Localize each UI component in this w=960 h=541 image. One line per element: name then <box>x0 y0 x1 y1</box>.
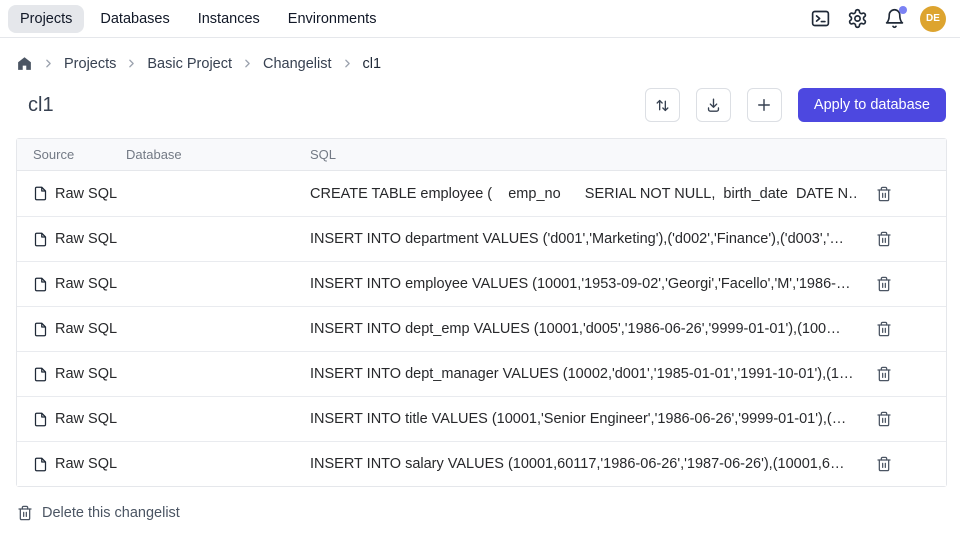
breadcrumb-projects[interactable]: Projects <box>64 56 116 72</box>
trash-icon <box>876 186 892 202</box>
table-header: Source Database SQL <box>17 139 946 171</box>
source-label: Raw SQL <box>55 366 117 382</box>
trash-icon <box>17 505 33 521</box>
reorder-button[interactable] <box>645 88 680 122</box>
terminal-icon[interactable] <box>809 8 831 30</box>
chevron-right-icon <box>241 57 254 70</box>
nav-tab-instances[interactable]: Instances <box>186 5 272 33</box>
bell-icon[interactable] <box>883 8 905 30</box>
source-label: Raw SQL <box>55 411 117 427</box>
nav-tab-environments[interactable]: Environments <box>276 5 389 33</box>
file-icon <box>33 186 48 201</box>
notification-dot <box>899 6 907 14</box>
source-label: Raw SQL <box>55 456 117 472</box>
header-database: Database <box>126 147 310 162</box>
file-icon <box>33 322 48 337</box>
sql-cell: INSERT INTO salary VALUES (10001,60117,'… <box>310 456 858 472</box>
delete-row-button[interactable] <box>876 456 892 472</box>
home-icon[interactable] <box>16 55 33 72</box>
file-icon <box>33 277 48 292</box>
nav-tab-projects[interactable]: Projects <box>8 5 84 33</box>
breadcrumb-changelist[interactable]: Changelist <box>263 56 332 72</box>
apply-to-database-button[interactable]: Apply to database <box>798 88 946 122</box>
arrow-up-down-icon <box>654 97 671 114</box>
avatar[interactable]: DE <box>920 6 946 32</box>
title-row: cl1 Apply to database <box>0 80 960 136</box>
delete-row-button[interactable] <box>876 366 892 382</box>
file-icon <box>33 412 48 427</box>
chevron-right-icon <box>125 57 138 70</box>
sql-cell: INSERT INTO employee VALUES (10001,'1953… <box>310 276 858 292</box>
nav-tabs: Projects Databases Instances Environment… <box>8 5 388 33</box>
sql-cell: INSERT INTO dept_manager VALUES (10002,'… <box>310 366 858 382</box>
gear-icon[interactable] <box>846 8 868 30</box>
chevron-right-icon <box>341 57 354 70</box>
delete-row-button[interactable] <box>876 321 892 337</box>
add-change-button[interactable] <box>747 88 782 122</box>
page-title: cl1 <box>28 94 54 117</box>
trash-icon <box>876 276 892 292</box>
header-sql: SQL <box>310 147 858 162</box>
nav-tab-databases[interactable]: Databases <box>88 5 181 33</box>
table-row[interactable]: Raw SQL INSERT INTO employee VALUES (100… <box>17 261 946 306</box>
trash-icon <box>876 411 892 427</box>
top-navbar: Projects Databases Instances Environment… <box>0 0 960 38</box>
download-icon <box>705 97 722 114</box>
file-icon <box>33 367 48 382</box>
delete-row-button[interactable] <box>876 186 892 202</box>
title-actions: Apply to database <box>645 88 946 122</box>
breadcrumb-basic-project[interactable]: Basic Project <box>147 56 232 72</box>
table-row[interactable]: Raw SQL INSERT INTO salary VALUES (10001… <box>17 441 946 486</box>
footer: Delete this changelist <box>0 487 960 521</box>
delete-row-button[interactable] <box>876 231 892 247</box>
sql-cell: INSERT INTO dept_emp VALUES (10001,'d005… <box>310 321 858 337</box>
source-label: Raw SQL <box>55 321 117 337</box>
sql-cell: INSERT INTO title VALUES (10001,'Senior … <box>310 411 858 427</box>
trash-icon <box>876 366 892 382</box>
export-button[interactable] <box>696 88 731 122</box>
source-label: Raw SQL <box>55 276 117 292</box>
delete-changelist-button[interactable]: Delete this changelist <box>17 505 180 521</box>
delete-row-button[interactable] <box>876 276 892 292</box>
trash-icon <box>876 321 892 337</box>
sql-cell: CREATE TABLE employee ( emp_no SERIAL NO… <box>310 186 858 202</box>
header-source: Source <box>17 147 126 162</box>
table-row[interactable]: Raw SQL INSERT INTO title VALUES (10001,… <box>17 396 946 441</box>
table-row[interactable]: Raw SQL INSERT INTO dept_emp VALUES (100… <box>17 306 946 351</box>
breadcrumb: Projects Basic Project Changelist cl1 <box>0 38 960 80</box>
sql-cell: INSERT INTO department VALUES ('d001','M… <box>310 231 858 247</box>
chevron-right-icon <box>42 57 55 70</box>
changelist-table: Source Database SQL Raw SQL CREATE TABLE… <box>16 138 947 487</box>
plus-icon <box>755 96 773 114</box>
delete-changelist-label: Delete this changelist <box>42 505 180 521</box>
table-row[interactable]: Raw SQL INSERT INTO department VALUES ('… <box>17 216 946 261</box>
table-row[interactable]: Raw SQL CREATE TABLE employee ( emp_no S… <box>17 171 946 216</box>
file-icon <box>33 457 48 472</box>
file-icon <box>33 232 48 247</box>
delete-row-button[interactable] <box>876 411 892 427</box>
source-label: Raw SQL <box>55 231 117 247</box>
top-actions: DE <box>809 6 946 32</box>
breadcrumb-cl1[interactable]: cl1 <box>363 56 382 72</box>
source-label: Raw SQL <box>55 186 117 202</box>
trash-icon <box>876 456 892 472</box>
table-row[interactable]: Raw SQL INSERT INTO dept_manager VALUES … <box>17 351 946 396</box>
trash-icon <box>876 231 892 247</box>
